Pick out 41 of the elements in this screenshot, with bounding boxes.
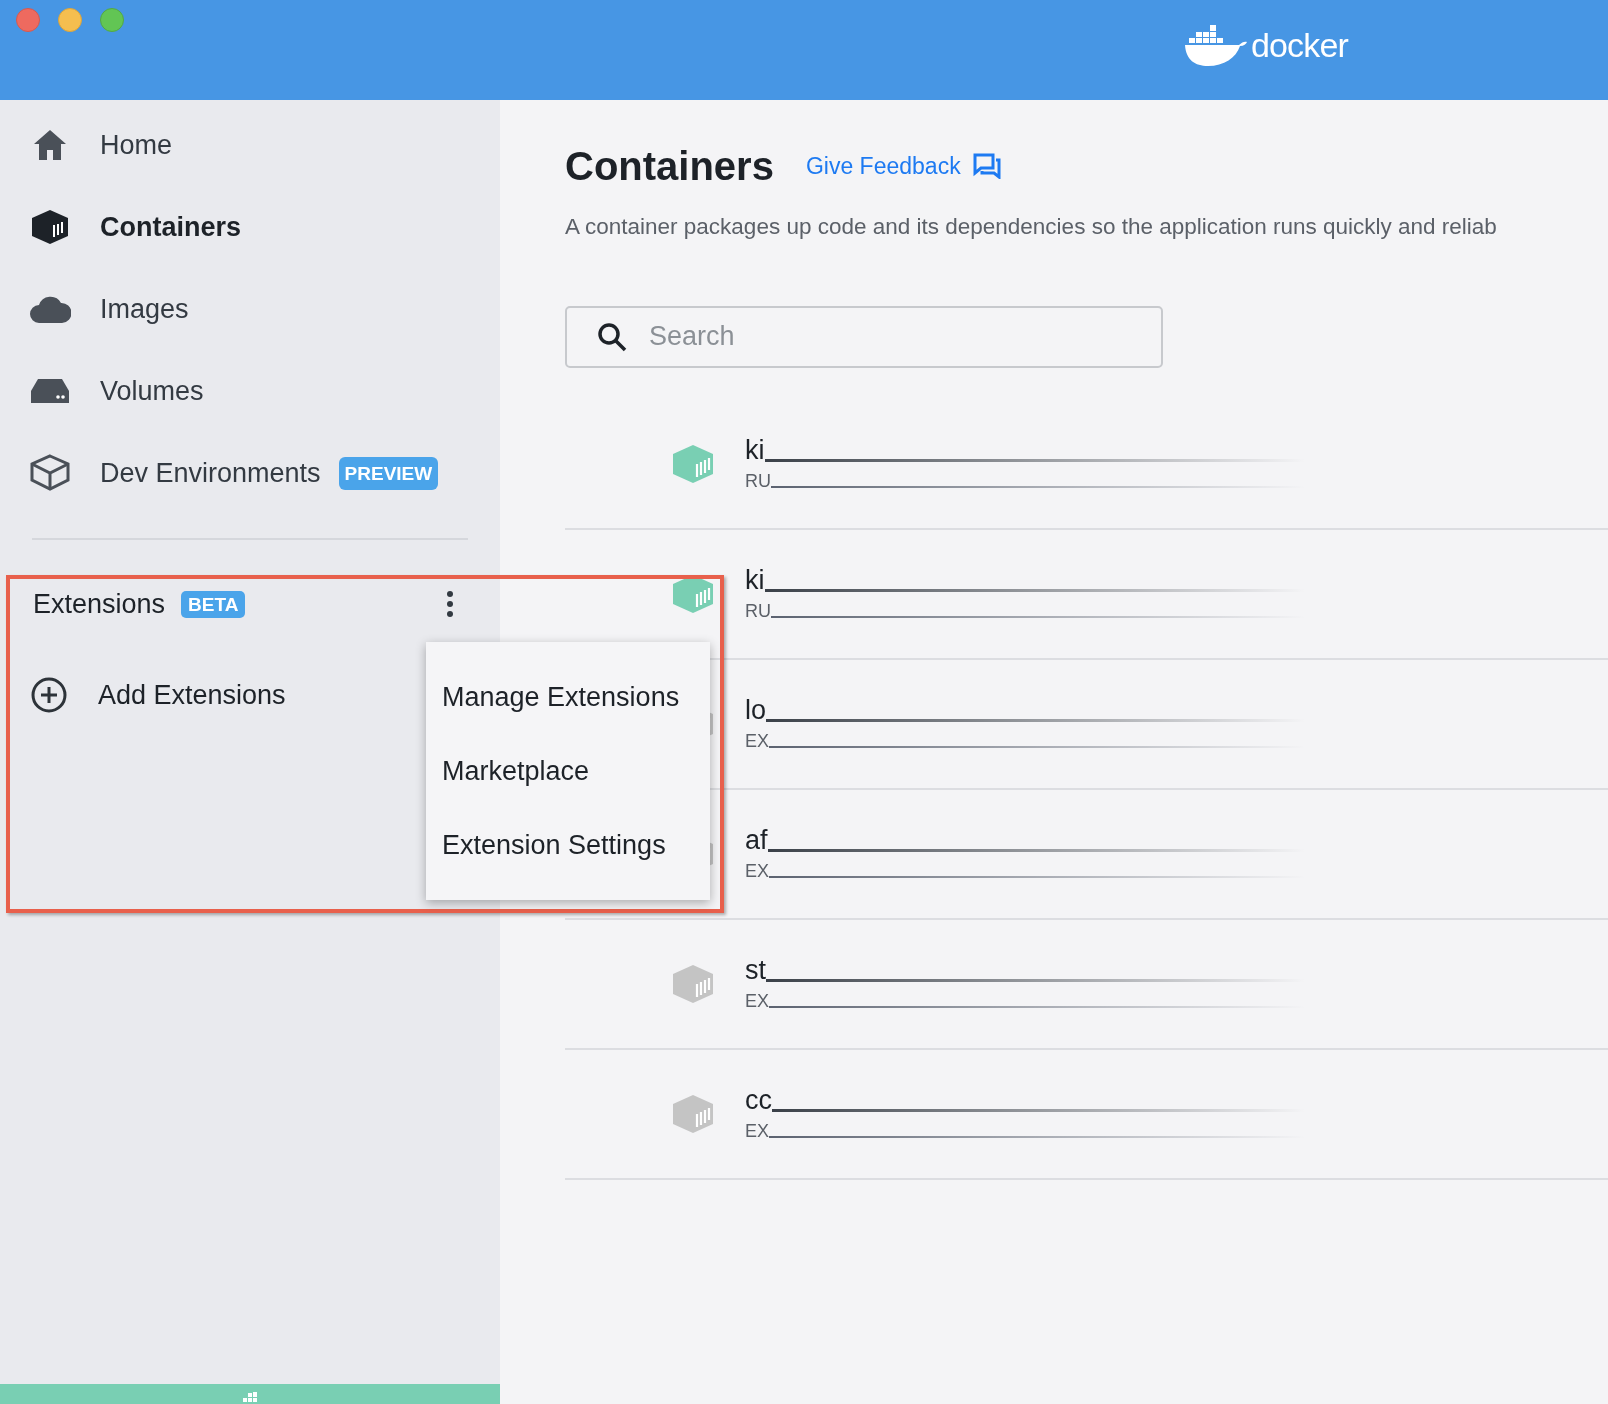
container-status: RU: [745, 602, 771, 621]
container-status: RU: [745, 472, 771, 491]
whale-logo-icon: [1183, 22, 1247, 68]
menu-item[interactable]: Manage Extensions: [426, 660, 710, 734]
close-window-button[interactable]: [16, 8, 40, 32]
extensions-heading: Extensions: [33, 588, 166, 621]
search-icon: [597, 321, 627, 352]
brand-logo-text: docker: [1251, 28, 1348, 62]
sidebar-item[interactable]: Containers: [0, 186, 500, 268]
chat-bubbles-icon: [972, 153, 1001, 179]
container-name: af: [745, 827, 768, 855]
description-text: A container packages up code and its dependencies so the application runs quickly and reliab: [565, 213, 1498, 241]
menu-item[interactable]: Marketplace: [426, 734, 710, 808]
container-status: EX: [745, 1122, 769, 1141]
container-name: ki: [745, 567, 765, 595]
give-feedback-link[interactable]: Give Feedback: [805, 148, 1001, 184]
page-title: Containers: [565, 143, 774, 190]
container-name: cc: [745, 1087, 772, 1115]
container-status: EX: [745, 732, 769, 751]
container-status: EX: [745, 992, 769, 1011]
container-status: EX: [745, 862, 769, 881]
sidebar-item[interactable]: Images: [0, 268, 500, 350]
container-name: st: [745, 957, 766, 985]
house-icon: [32, 128, 68, 162]
stacked-box-icon: [29, 454, 71, 492]
zoom-window-button[interactable]: [100, 8, 124, 32]
menu-item[interactable]: Extension Settings: [426, 808, 710, 882]
sidebar-item[interactable]: Volumes: [0, 350, 500, 432]
cloud-icon: [29, 294, 71, 324]
sidebar-item[interactable]: Dev Environments PREVIEW: [0, 432, 500, 514]
minimize-window-button[interactable]: [58, 8, 82, 32]
add-extensions-link[interactable]: Add Extensions: [98, 674, 286, 715]
whale-logo-icon: [243, 1392, 257, 1402]
plus-circle-icon: [30, 675, 68, 714]
beta-badge: BETA: [181, 590, 246, 618]
container-box-icon: [30, 209, 70, 245]
preview-badge: PREVIEW: [338, 456, 439, 490]
sidebar-item[interactable]: Home: [0, 104, 500, 186]
container-name: lo: [745, 697, 766, 725]
container-name: ki: [745, 437, 765, 465]
search-field[interactable]: Search: [565, 305, 1163, 368]
